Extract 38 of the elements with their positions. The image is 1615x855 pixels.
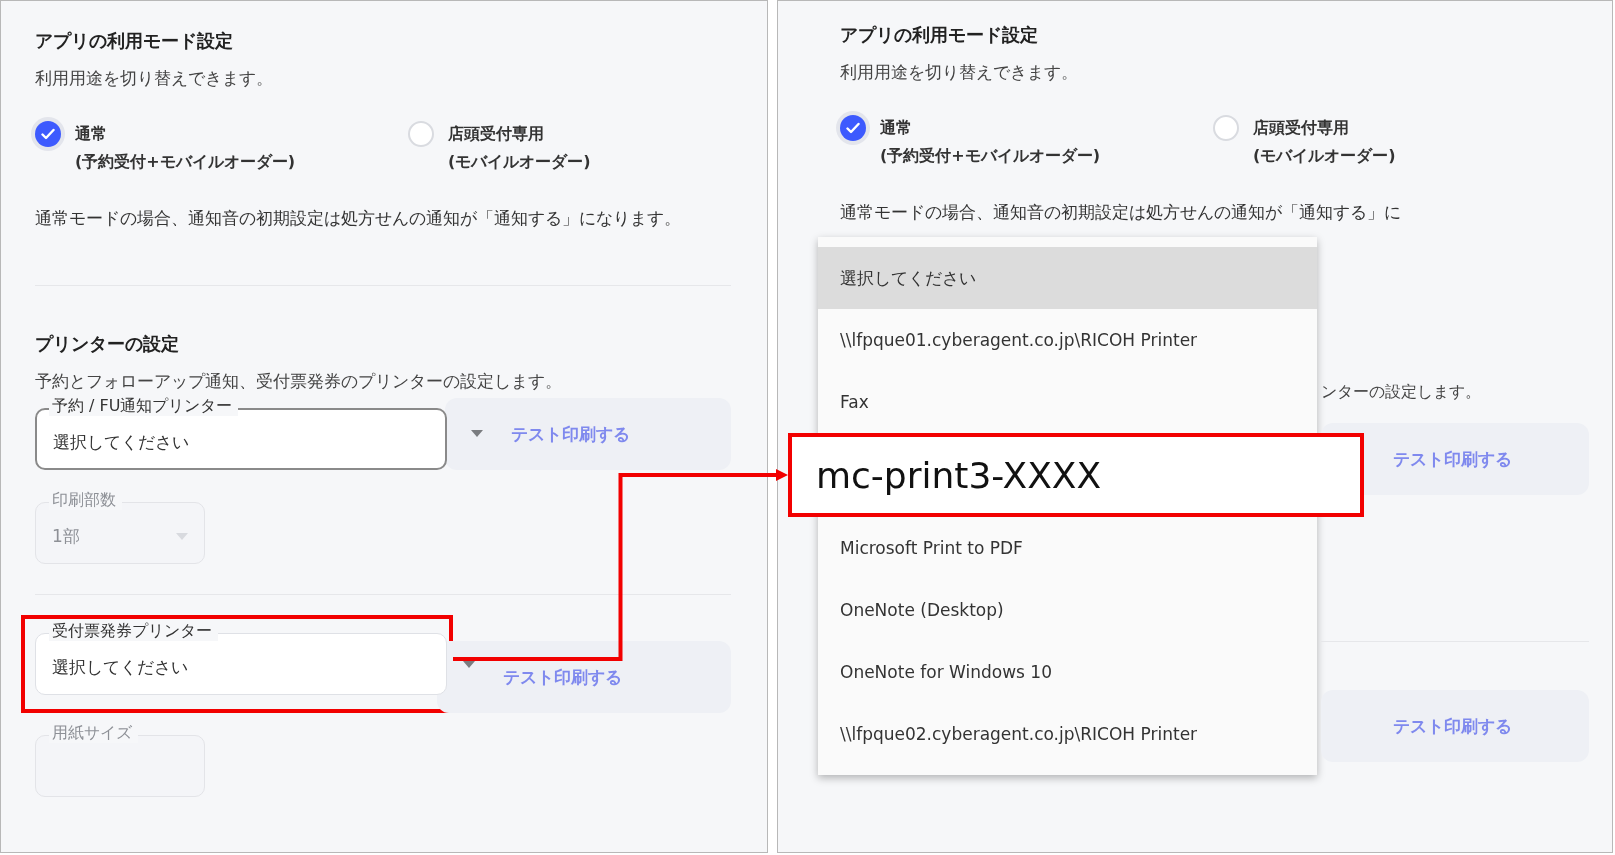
option-label: 店頭受付専用 [448,123,545,145]
check-icon [41,128,55,140]
menu-item[interactable]: mc-print3-XXXX [788,433,1364,517]
section-title: プリンターの設定 [35,332,180,356]
section-description: 利用用途を切り替えできます。 [840,61,1079,83]
menu-item[interactable]: \\lfpque02.cyberagent.co.jp\RICOH Printer [818,703,1317,765]
menu-item[interactable]: \\lfpque01.cyberagent.co.jp\RICOH Printer [818,309,1317,371]
option-sublabel: (モバイルオーダー) [1253,145,1396,167]
field-label: 受付票発券プリンター [49,621,218,641]
note-text: 通常モードの場合、通知音の初期設定は処方せんの通知が「通知する」に [840,201,1402,224]
field-label: 印刷部数 [49,490,122,510]
caret-icon [471,429,483,437]
caret-icon [463,660,475,668]
radio-button[interactable] [408,121,434,147]
note-text: 通常モードの場合、通知音の初期設定は処方せんの通知が「通知する」になります。 [35,207,682,230]
field-label: 用紙サイズ [49,723,138,743]
option-label: 通常 [75,123,108,145]
caret-icon [176,532,188,540]
option-sublabel: (予約受付+モバイルオーダー) [880,145,1101,167]
check-icon [846,122,860,134]
radio-button[interactable] [1213,115,1239,141]
menu-item[interactable]: OneNote (Desktop) [818,579,1317,641]
menu-item[interactable]: 選択してください [818,247,1317,309]
section-description: ンターの設定します。 [1321,381,1482,403]
option-sublabel: (モバイルオーダー) [448,151,591,173]
menu-item[interactable]: Fax [818,371,1317,433]
section-title: アプリの利用モード設定 [35,29,234,53]
option-label: 通常 [880,117,913,139]
option-sublabel: (予約受付+モバイルオーダー) [75,151,296,173]
field-label: 予約 / FU通知プリンター [49,396,239,416]
section-description: 予約とフォローアップ通知、受付票発券のプリンターの設定します。 [35,370,563,392]
option-label: 店頭受付専用 [1253,117,1350,139]
section-title: アプリの利用モード設定 [840,23,1039,47]
menu-item[interactable]: OneNote for Windows 10 [818,641,1317,703]
radio-button[interactable] [840,115,866,141]
section-description: 利用用途を切り替えできます。 [35,67,274,89]
radio-button[interactable] [35,121,61,147]
menu-item[interactable]: Microsoft Print to PDF [818,517,1317,579]
